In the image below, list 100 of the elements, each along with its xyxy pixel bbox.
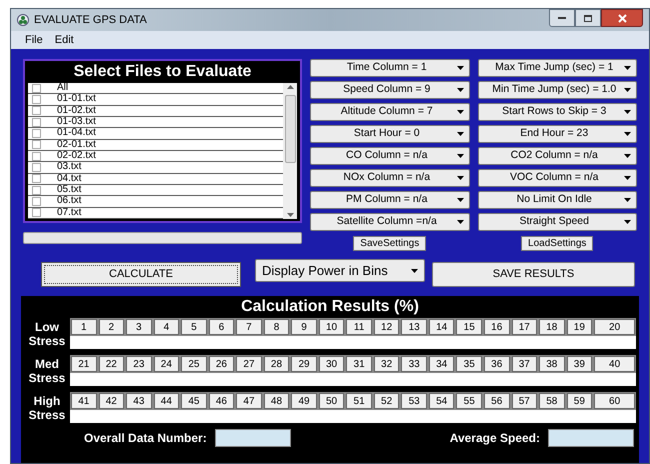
bin-header: 1 [71, 319, 97, 335]
bin-header: 25 [181, 356, 207, 372]
file-name[interactable]: 01-02.txt [57, 106, 96, 116]
dropdown-arrow-icon [624, 220, 631, 224]
menu-item[interactable]: File [25, 32, 43, 48]
settings-dropdown[interactable]: Min Time Jump (sec) = 1.0 [478, 81, 637, 99]
bin-header: 3 [126, 319, 152, 335]
checkbox[interactable] [32, 152, 41, 161]
file-name[interactable]: 04.txt [57, 174, 82, 184]
file-name[interactable]: 01-04.txt [57, 128, 96, 138]
dropdown-arrow-icon [456, 154, 464, 158]
settings-dropdown[interactable]: No Limit On Idle [478, 191, 637, 209]
bin-header: 26 [208, 356, 234, 372]
dropdown-arrow-icon [456, 88, 464, 92]
checkbox[interactable] [32, 84, 41, 93]
bin-header: 54 [428, 393, 454, 409]
bin-header: 9 [291, 319, 317, 335]
dropdown-arrow-icon [624, 198, 631, 202]
bin-header: 17 [512, 319, 538, 335]
settings-dropdown[interactable]: Speed Column = 9 [310, 81, 470, 99]
file-name[interactable]: 06.txt [57, 196, 82, 206]
minimize-button[interactable] [549, 9, 575, 27]
bin-header: 50 [318, 393, 344, 409]
file-name[interactable]: All [57, 83, 68, 94]
app-icon [17, 14, 29, 26]
bin-header: 42 [98, 393, 124, 409]
file-name[interactable]: 01-03.txt [57, 117, 96, 128]
dropdown-arrow-icon [624, 154, 631, 158]
file-name[interactable]: 05.txt [57, 185, 82, 196]
average-speed-field[interactable] [548, 429, 634, 447]
display-mode-dropdown[interactable]: Display Power in Bins [255, 259, 425, 282]
calculate-button[interactable]: CALCULATE [41, 262, 241, 287]
dropdown-arrow-icon [624, 132, 631, 136]
bin-header: 7 [236, 319, 262, 335]
checkbox[interactable] [32, 196, 41, 206]
file-name[interactable]: 01-01.txt [57, 94, 96, 104]
dropdown-arrow-icon [456, 66, 464, 70]
bin-header: 35 [456, 356, 482, 372]
settings-dropdown[interactable]: VOC Column = n/a [478, 169, 637, 187]
file-name[interactable]: 07.txt [57, 208, 82, 218]
bin-header: 5 [181, 319, 207, 335]
settings-dropdown[interactable]: CO Column = n/a [310, 147, 470, 165]
checkbox[interactable] [32, 140, 41, 150]
settings-dropdown[interactable]: Satellite Column =n/a [310, 213, 470, 231]
menu-item[interactable]: Edit [54, 32, 74, 48]
bin-header: 43 [126, 393, 152, 409]
file-name[interactable]: 03.txt [57, 162, 82, 172]
scroll-up-icon[interactable] [286, 85, 294, 89]
settings-dropdown[interactable]: Start Rows to Skip = 3 [478, 103, 637, 121]
settings-dropdown[interactable]: Start Hour = 0 [310, 125, 470, 143]
file-name[interactable]: 02-01.txt [57, 140, 96, 150]
bin-header: 48 [264, 393, 290, 409]
bin-header: 8 [264, 319, 290, 335]
window-title: EVALUATE GPS DATA [34, 12, 147, 28]
settings-dropdown[interactable]: CO2 Column = n/a [478, 147, 637, 165]
save-results-button[interactable]: SAVE RESULTS [432, 262, 635, 287]
bin-header: 28 [264, 356, 290, 372]
settings-dropdown[interactable]: Altitude Column = 7 [310, 103, 470, 121]
row-label: Low Stress [28, 320, 66, 348]
bin-header: 45 [181, 393, 207, 409]
scrollbar[interactable] [283, 83, 297, 219]
checkbox[interactable] [32, 186, 41, 195]
bin-header: 57 [512, 393, 538, 409]
panel-title: Calculation Results (%) [240, 297, 420, 317]
scroll-down-icon[interactable] [286, 213, 294, 217]
checkbox[interactable] [32, 94, 41, 104]
checkbox[interactable] [32, 118, 41, 127]
settings-dropdown[interactable]: PM Column = n/a [310, 191, 470, 209]
bin-header: 37 [512, 356, 538, 372]
bin-header: 27 [236, 356, 262, 372]
bin-header: 6 [208, 319, 234, 335]
bin-header: 56 [484, 393, 510, 409]
settings-dropdown[interactable]: Max Time Jump (sec) = 1 [478, 59, 637, 77]
bin-header: 52 [374, 393, 400, 409]
dropdown-arrow-icon [456, 110, 464, 114]
settings-dropdown[interactable]: End Hour = 23 [478, 125, 637, 143]
bin-header: 19 [566, 319, 592, 335]
close-icon [618, 14, 626, 22]
checkbox[interactable] [32, 128, 41, 138]
dropdown-arrow-icon [411, 268, 418, 272]
settings-dropdown[interactable]: NOx Column = n/a [310, 169, 470, 187]
checkbox[interactable] [32, 162, 41, 172]
bin-header: 49 [291, 393, 317, 409]
settings-dropdown[interactable]: Time Column = 1 [310, 59, 470, 77]
checkbox[interactable] [32, 106, 41, 116]
bin-header: 18 [539, 319, 565, 335]
overall-data-number-field[interactable] [214, 429, 291, 447]
bin-header: 14 [428, 319, 454, 335]
checkbox[interactable] [32, 208, 41, 218]
checkbox[interactable] [32, 174, 41, 184]
dropdown-arrow-icon [456, 198, 464, 202]
save-settings-button[interactable]: SaveSettings [353, 236, 426, 251]
maximize-button[interactable] [575, 9, 601, 27]
field-label: Overall Data Number: [84, 430, 207, 447]
close-button[interactable] [601, 9, 643, 27]
settings-dropdown[interactable]: Straight Speed [478, 213, 637, 231]
load-settings-button[interactable]: LoadSettings [521, 236, 594, 251]
file-name[interactable]: 02-02.txt [57, 151, 96, 162]
scrollbar-thumb[interactable] [284, 95, 296, 163]
dropdown-arrow-icon [624, 88, 631, 92]
